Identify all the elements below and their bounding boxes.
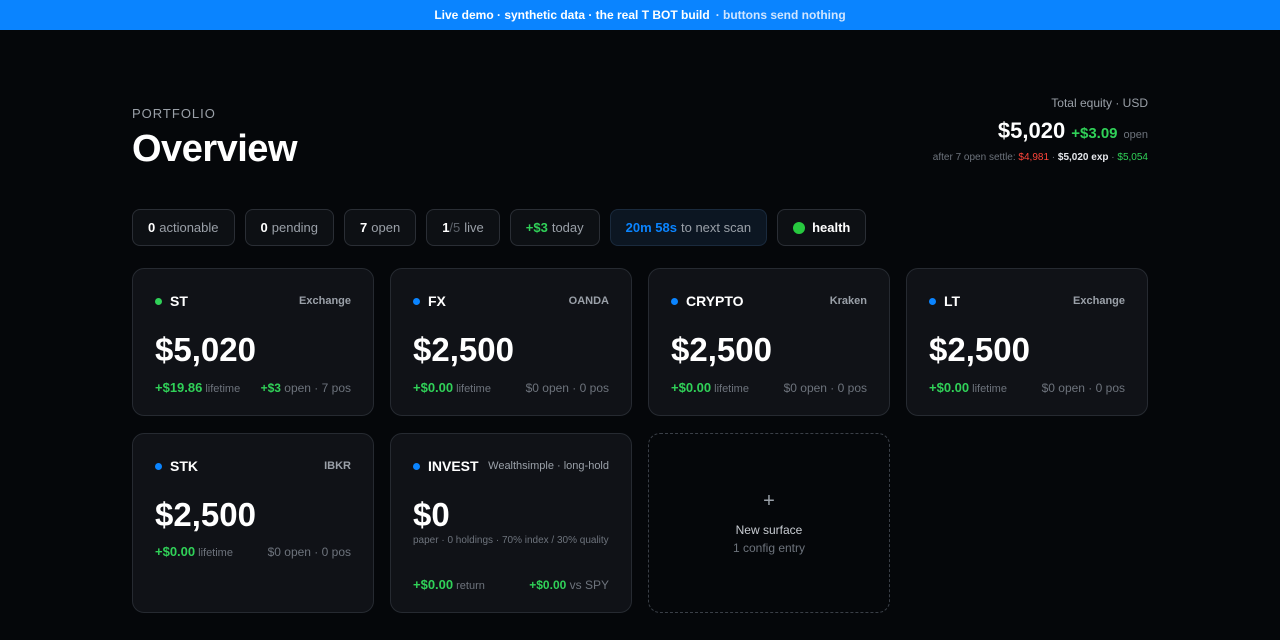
surface-name: CRYPTO (686, 293, 744, 309)
surface-card-st[interactable]: ST Exchange $5,020 +$19.86 lifetime +$3 … (132, 268, 374, 416)
surface-balance: $5,020 (155, 331, 256, 368)
open-summary: open · 7 pos (284, 381, 351, 395)
surface-card-crypto[interactable]: CRYPTO Kraken $2,500 +$0.00 lifetime $0 … (648, 268, 890, 416)
surface-balance: $2,500 (413, 331, 514, 368)
pill-live[interactable]: 1/5 live (426, 209, 500, 246)
pill-value: +$3 (525, 220, 548, 235)
status-pills: 0 actionable 0 pending 7 open 1/5 live +… (132, 209, 867, 246)
pill-next-scan[interactable]: 20m 58s to next scan (609, 209, 768, 246)
settle-prefix: after 7 open settle: (932, 152, 1016, 163)
page-eyebrow: PORTFOLIO (132, 106, 216, 121)
vs-benchmark-label: vs SPY (569, 578, 609, 592)
lifetime-label: lifetime (205, 383, 241, 395)
pill-actionable[interactable]: 0 actionable (132, 209, 235, 246)
surface-card-stk[interactable]: STK IBKR $2,500 +$0.00 lifetime $0 open … (132, 433, 374, 613)
banner-subtext: · buttons send nothing (715, 8, 846, 22)
pill-label: today (551, 220, 584, 235)
pill-value: 7 (360, 220, 368, 235)
benchmark-compare: +$0.00 vs SPY (529, 578, 609, 592)
total-equity-panel: Total equity · USD $5,020 +$3.09 open af… (933, 96, 1148, 163)
surface-name: ST (170, 293, 188, 309)
pill-separator: /5 (449, 220, 461, 235)
pill-value: 0 (148, 220, 156, 235)
new-surface-subtitle: 1 config entry (732, 541, 806, 555)
pill-today[interactable]: +$3 today (509, 209, 600, 246)
open-summary: $0 open · 0 pos (525, 381, 609, 395)
surface-venue: OANDA (568, 295, 609, 307)
lifetime-pnl: +$0.00 (155, 544, 196, 559)
page-title: Overview (132, 128, 298, 170)
return-label: return (456, 580, 485, 592)
lifetime-pnl: +$19.86 (155, 380, 203, 395)
surface-venue: Exchange (299, 295, 351, 307)
surface-name: LT (944, 293, 961, 309)
lifetime-pnl: +$0.00 (671, 380, 712, 395)
banner-text: Live demo · synthetic data · the real T … (434, 8, 710, 22)
surface-balance: $2,500 (671, 331, 772, 368)
status-dot-icon (671, 297, 678, 305)
lifetime-label: lifetime (198, 547, 233, 559)
surface-venue: IBKR (324, 460, 351, 472)
equity-delta-suffix: open (1123, 129, 1148, 141)
new-surface-button[interactable]: + New surface 1 config entry (648, 433, 890, 613)
status-dot-icon (155, 297, 162, 305)
vs-benchmark-value: +$0.00 (529, 578, 567, 592)
settle-high: $5,054 (1117, 152, 1148, 163)
return-pnl: +$0.00 (413, 577, 454, 592)
pill-label: open (371, 220, 401, 235)
equity-label: Total equity · USD (1051, 96, 1148, 110)
surface-venue: Exchange (1073, 295, 1125, 307)
surface-venue: Kraken (829, 295, 867, 307)
lifetime-label: lifetime (714, 383, 749, 395)
surface-card-invest[interactable]: INVEST Wealthsimple · long-hold $0 paper… (390, 433, 632, 613)
health-status-dot-icon (793, 221, 806, 234)
pill-open[interactable]: 7 open (344, 209, 417, 246)
settle-low: $4,981 (1018, 152, 1050, 163)
status-dot-icon (413, 297, 420, 305)
pill-value: 0 (260, 220, 268, 235)
plus-icon: + (763, 490, 775, 512)
new-surface-title: New surface (735, 523, 803, 537)
lifetime-pnl: +$0.00 (929, 380, 970, 395)
pill-value: health (812, 220, 851, 235)
open-summary: $0 open · 0 pos (783, 381, 867, 395)
pill-label: live (464, 220, 484, 235)
surface-balance: $0 (413, 496, 450, 533)
settle-projection: after 7 open settle: $4,981 · $5,020 exp… (932, 152, 1148, 163)
status-dot-icon (413, 462, 420, 470)
lifetime-label: lifetime (972, 383, 1007, 395)
surface-venue: Wealthsimple · long-hold (488, 460, 609, 472)
demo-banner: Live demo · synthetic data · the real T … (0, 0, 1280, 30)
open-summary: $0 open · 0 pos (1041, 381, 1125, 395)
surface-balance: $2,500 (929, 331, 1030, 368)
pill-pending[interactable]: 0 pending (244, 209, 335, 246)
surface-name: INVEST (428, 458, 479, 474)
surface-name: STK (170, 458, 198, 474)
lifetime-pnl: +$0.00 (413, 380, 454, 395)
pill-label: to next scan (680, 220, 752, 235)
equity-total: $5,020 (997, 118, 1066, 143)
open-summary: $0 open · 0 pos (267, 545, 351, 559)
equity-delta: +$3.09 (1071, 125, 1118, 142)
pill-value: 20m 58s (625, 220, 677, 235)
surface-balance: $2,500 (155, 496, 256, 533)
status-dot-icon (929, 297, 936, 305)
surface-name: FX (428, 293, 446, 309)
status-dot-icon (155, 462, 162, 470)
settle-expected: $5,020 exp (1057, 152, 1109, 163)
pill-health[interactable]: health (777, 209, 867, 246)
surface-note: paper · 0 holdings · 70% index / 30% qua… (413, 535, 609, 546)
open-pnl: +$3 (260, 381, 281, 395)
open-positions: +$3 open · 7 pos (261, 381, 351, 395)
pill-label: pending (271, 220, 319, 235)
lifetime-label: lifetime (456, 383, 491, 395)
pill-label: actionable (159, 220, 219, 235)
surface-card-lt[interactable]: LT Exchange $2,500 +$0.00 lifetime $0 op… (906, 268, 1148, 416)
pill-value: 1 (442, 220, 450, 235)
surface-card-fx[interactable]: FX OANDA $2,500 +$0.00 lifetime $0 open … (390, 268, 632, 416)
